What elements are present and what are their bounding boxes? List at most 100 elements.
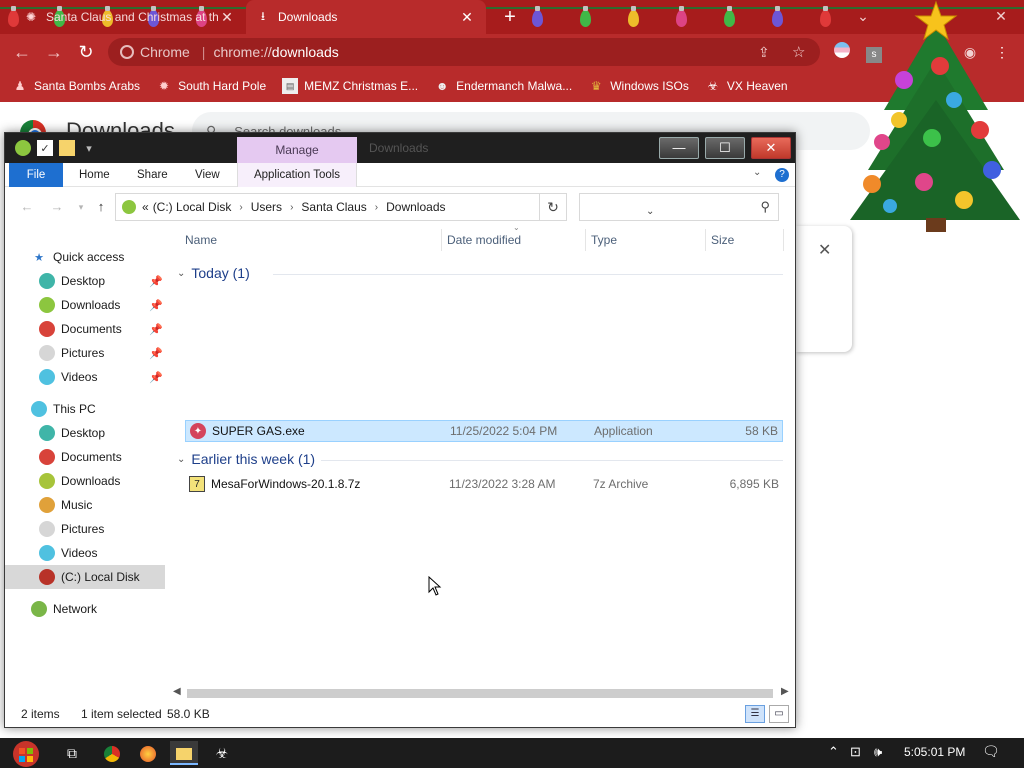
pin-icon[interactable]: 📌 bbox=[149, 347, 163, 360]
pin-icon[interactable]: 📌 bbox=[149, 323, 163, 336]
scroll-right-icon[interactable]: ▶ bbox=[781, 686, 789, 697]
maximize-button[interactable]: ☐ bbox=[705, 137, 745, 159]
crumb-downloads[interactable]: Downloads bbox=[386, 200, 445, 214]
file-row[interactable]: 7 MesaForWindows-20.1.8.7z 11/23/2022 3:… bbox=[185, 473, 783, 495]
nav-qa-documents[interactable]: Documents 📌 bbox=[5, 317, 165, 341]
pin-icon[interactable]: 📌 bbox=[149, 275, 163, 288]
scrollbar-thumb[interactable] bbox=[187, 689, 773, 698]
reload-button[interactable]: ↻ bbox=[72, 38, 100, 66]
scroll-left-icon[interactable]: ◀ bbox=[173, 686, 181, 697]
chrome-taskbar-icon[interactable] bbox=[98, 741, 126, 765]
volume-icon[interactable]: 🕪 bbox=[874, 744, 882, 760]
refresh-icon[interactable]: ↻ bbox=[539, 193, 567, 221]
properties-icon[interactable]: ✓ bbox=[37, 140, 53, 156]
details-view-button[interactable]: ☰ bbox=[745, 705, 765, 723]
new-tab-button[interactable]: + bbox=[498, 5, 522, 29]
large-icons-view-button[interactable]: ▭ bbox=[769, 705, 789, 723]
bookmark-endermanch-malware[interactable]: ☻ Endermanch Malwa... bbox=[434, 78, 572, 94]
address-bar[interactable]: Chrome | chrome:// downloads ⇪ ☆ bbox=[108, 38, 820, 66]
app-taskbar-icon[interactable]: ☣ bbox=[208, 741, 236, 765]
back-arrow-icon[interactable]: ← bbox=[17, 197, 37, 217]
chevron-right-icon[interactable]: › bbox=[290, 202, 293, 213]
nav-network[interactable]: Network bbox=[5, 597, 165, 621]
bookmark-memz-christmas[interactable]: ▤ MEMZ Christmas E... bbox=[282, 78, 418, 94]
collapse-chevron-icon[interactable]: ⌄ bbox=[177, 268, 185, 279]
bookmark-south-hard-pole[interactable]: ✹ South Hard Pole bbox=[156, 78, 266, 94]
start-button[interactable] bbox=[8, 738, 44, 768]
nav-qa-pictures[interactable]: Pictures 📌 bbox=[5, 341, 165, 365]
crumb-local-disk[interactable]: (C:) Local Disk bbox=[153, 200, 232, 214]
nav-qa-desktop[interactable]: Desktop 📌 bbox=[5, 269, 165, 293]
tab-file[interactable]: File bbox=[9, 163, 63, 187]
pin-icon[interactable]: 📌 bbox=[149, 371, 163, 384]
back-button[interactable]: ← bbox=[8, 38, 36, 66]
nav-qa-downloads[interactable]: Downloads 📌 bbox=[5, 293, 165, 317]
nav-pc-local-disk[interactable]: (C:) Local Disk bbox=[5, 565, 165, 589]
star-icon[interactable]: ☆ bbox=[792, 43, 805, 61]
column-divider[interactable] bbox=[783, 229, 784, 251]
chevron-right-icon[interactable]: › bbox=[375, 202, 378, 213]
tab-application-tools[interactable]: Application Tools bbox=[237, 163, 357, 187]
column-size[interactable]: Size bbox=[711, 233, 734, 247]
close-button[interactable]: ✕ bbox=[751, 137, 791, 159]
tab-santa-claus[interactable]: ✺ Santa Claus and Christmas at th ✕ bbox=[14, 0, 246, 34]
column-divider[interactable] bbox=[705, 229, 706, 251]
manage-contextual-tab[interactable]: Manage bbox=[237, 137, 357, 163]
column-divider[interactable] bbox=[585, 229, 586, 251]
up-arrow-icon[interactable]: ↑ bbox=[91, 197, 111, 217]
recent-locations-icon[interactable]: ▾ bbox=[71, 197, 91, 217]
close-tab-icon[interactable]: ✕ bbox=[458, 9, 476, 26]
tab-downloads[interactable]: ⭳ Downloads ✕ bbox=[246, 0, 486, 34]
group-header-today[interactable]: ⌄ Today (1) bbox=[177, 265, 783, 281]
share-icon[interactable]: ⇪ bbox=[758, 44, 770, 61]
network-ornament-icon bbox=[31, 601, 47, 617]
forward-button[interactable]: → bbox=[40, 38, 68, 66]
chevron-down-icon[interactable]: ⌄ bbox=[753, 167, 761, 178]
tab-home[interactable]: Home bbox=[69, 163, 120, 187]
collapse-chevron-icon[interactable]: ⌄ bbox=[177, 454, 185, 465]
network-icon[interactable]: ⊡ bbox=[850, 744, 861, 760]
overflow-crumbs[interactable]: « bbox=[142, 200, 149, 214]
desktop-ornament-icon bbox=[39, 425, 55, 441]
bookmark-windows-isos[interactable]: ♛ Windows ISOs bbox=[588, 78, 689, 94]
nav-this-pc[interactable]: This PC bbox=[5, 397, 165, 421]
remove-download-icon[interactable]: ✕ bbox=[818, 240, 831, 260]
nav-pc-pictures[interactable]: Pictures bbox=[5, 517, 165, 541]
column-type[interactable]: Type bbox=[591, 233, 617, 247]
minimize-button[interactable]: — bbox=[659, 137, 699, 159]
group-header-earlier-this-week[interactable]: ⌄ Earlier this week (1) bbox=[177, 451, 783, 467]
nav-pc-downloads[interactable]: Downloads bbox=[5, 469, 165, 493]
nav-pc-desktop[interactable]: Desktop bbox=[5, 421, 165, 445]
qat-dropdown-icon[interactable]: ▾ bbox=[81, 140, 97, 156]
pin-icon[interactable]: 📌 bbox=[149, 299, 163, 312]
nav-pc-videos[interactable]: Videos bbox=[5, 541, 165, 565]
tab-share[interactable]: Share bbox=[127, 163, 178, 187]
close-tab-icon[interactable]: ✕ bbox=[218, 9, 236, 26]
notification-icon[interactable]: 🗨 bbox=[982, 743, 1000, 760]
bookmark-vx-heaven[interactable]: ☣ VX Heaven bbox=[705, 78, 788, 94]
column-name[interactable]: Name bbox=[185, 233, 217, 247]
bookmark-santa-bombs-arabs[interactable]: ♟ Santa Bombs Arabs bbox=[12, 78, 140, 94]
search-input[interactable]: ⚲ bbox=[579, 193, 779, 221]
tab-view[interactable]: View bbox=[185, 163, 230, 187]
file-explorer-taskbar-icon[interactable] bbox=[170, 741, 198, 765]
nav-qa-videos[interactable]: Videos 📌 bbox=[5, 365, 165, 389]
firefox-taskbar-icon[interactable] bbox=[134, 741, 162, 765]
crumb-santa-claus[interactable]: Santa Claus bbox=[301, 200, 366, 214]
crumb-users[interactable]: Users bbox=[251, 200, 282, 214]
nav-pc-music[interactable]: Music bbox=[5, 493, 165, 517]
chevron-up-icon[interactable]: ⌃ bbox=[828, 744, 839, 760]
nav-quick-access[interactable]: ★ Quick access bbox=[5, 245, 165, 269]
column-date-modified[interactable]: Date modified bbox=[447, 233, 521, 247]
task-view-icon[interactable]: ⧉ bbox=[58, 741, 86, 765]
horizontal-scrollbar[interactable]: ◀ ▶ bbox=[169, 685, 795, 701]
clock[interactable]: 5:05:01 PM bbox=[904, 745, 965, 759]
column-divider[interactable] bbox=[441, 229, 442, 251]
file-row[interactable]: ✦ SUPER GAS.exe 11/25/2022 5:04 PM Appli… bbox=[185, 420, 783, 442]
help-icon[interactable]: ? bbox=[775, 168, 789, 182]
chevron-right-icon[interactable]: › bbox=[239, 202, 242, 213]
nav-pc-documents[interactable]: Documents bbox=[5, 445, 165, 469]
forward-arrow-icon[interactable]: → bbox=[47, 197, 67, 217]
breadcrumb[interactable]: « (C:) Local Disk › Users › Santa Claus … bbox=[115, 193, 654, 221]
new-folder-icon[interactable] bbox=[59, 140, 75, 156]
